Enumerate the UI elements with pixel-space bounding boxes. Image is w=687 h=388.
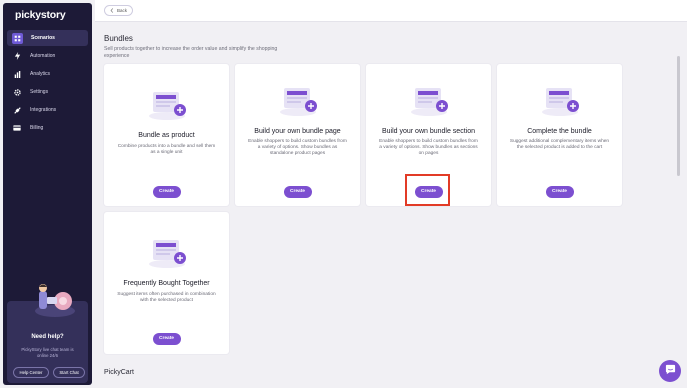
app-logo[interactable]: pickystory <box>15 9 66 21</box>
sidebar-item-label: Scenarios <box>31 35 55 41</box>
sidebar-item-label: Integrations <box>30 107 57 113</box>
sidebar-item-integrations[interactable]: Integrations <box>7 102 88 118</box>
create-button[interactable]: Create <box>152 333 181 345</box>
card-description: Combine products into a bundle and sell … <box>117 144 216 155</box>
bundle-illustration-icon <box>411 88 448 116</box>
help-panel: Need help? PickyStory live chat team is … <box>7 284 88 383</box>
bundle-illustration-icon <box>149 92 186 120</box>
help-text: PickyStory live chat team is online 24/6 <box>21 347 74 358</box>
sidebar-nav: Scenarios Automation Analytics Settings … <box>7 30 88 138</box>
credit-card-icon <box>12 123 22 133</box>
scenario-card-bundle-as-product[interactable]: Bundle as product Combine products into … <box>104 64 229 206</box>
bundle-illustration-icon <box>542 88 579 116</box>
card-title: Complete the bundle <box>527 128 592 135</box>
scenario-card-complete-the-bundle[interactable]: Complete the bundle Suggest additional c… <box>497 64 622 206</box>
sidebar-item-label: Automation <box>30 53 56 59</box>
main-content: Bundles Sell products together to increa… <box>95 22 681 388</box>
sidebar-item-settings[interactable]: Settings <box>7 84 88 100</box>
sidebar-item-analytics[interactable]: Analytics <box>7 66 88 82</box>
card-description: Enable shoppers to build custom bundles … <box>248 139 347 156</box>
chat-widget-button[interactable] <box>659 360 681 382</box>
support-illustration <box>35 284 75 317</box>
highlight-box <box>405 174 450 206</box>
sidebar: pickystory Scenarios Automation Analytic… <box>3 3 92 385</box>
section-subtitle: Sell products together to increase the o… <box>104 46 278 59</box>
sidebar-item-label: Settings <box>30 89 49 95</box>
next-section-title: PickyCart <box>104 369 134 376</box>
lightning-icon <box>12 51 22 61</box>
section-title: Bundles <box>104 34 133 43</box>
card-description: Suggest additional complementary items w… <box>509 139 610 150</box>
card-description: Suggest items often purchased in combina… <box>117 292 216 303</box>
card-title: Build your own bundle page <box>254 128 341 135</box>
card-title: Frequently Bought Together <box>123 280 210 287</box>
chevron-left-icon <box>110 7 114 14</box>
card-title: Build your own bundle section <box>381 128 475 135</box>
scenario-card-frequently-bought-together[interactable]: Frequently Bought Together Suggest items… <box>104 212 229 354</box>
top-bar: Back <box>95 0 687 22</box>
start-chat-button[interactable]: Start Chat <box>53 367 85 378</box>
sidebar-item-billing[interactable]: Billing <box>7 120 88 136</box>
sidebar-item-scenarios[interactable]: Scenarios <box>7 30 88 46</box>
create-button[interactable]: Create <box>545 186 574 198</box>
integrations-icon <box>12 105 22 115</box>
sidebar-item-label: Billing <box>30 125 44 131</box>
card-description: Enable shoppers to build custom bundles … <box>379 139 478 156</box>
sidebar-item-automation[interactable]: Automation <box>7 48 88 64</box>
chat-bubble-icon <box>665 362 676 380</box>
bar-chart-icon <box>12 69 22 79</box>
back-label: Back <box>116 8 127 13</box>
scrollbar[interactable] <box>677 56 680 176</box>
sidebar-item-label: Analytics <box>30 71 51 77</box>
card-title: Bundle as product <box>138 132 195 139</box>
back-button[interactable]: Back <box>104 5 133 16</box>
scenarios-icon <box>12 32 23 44</box>
bundle-illustration-icon <box>280 88 317 116</box>
create-button[interactable]: Create <box>283 186 312 198</box>
help-title: Need help? <box>31 334 64 340</box>
gear-icon <box>12 87 22 97</box>
help-center-button[interactable]: Help Center <box>13 367 49 378</box>
scenario-card-build-your-own-bundle-page[interactable]: Build your own bundle page Enable shoppe… <box>235 64 360 206</box>
bundle-illustration-icon <box>149 240 186 268</box>
create-button[interactable]: Create <box>152 186 181 198</box>
